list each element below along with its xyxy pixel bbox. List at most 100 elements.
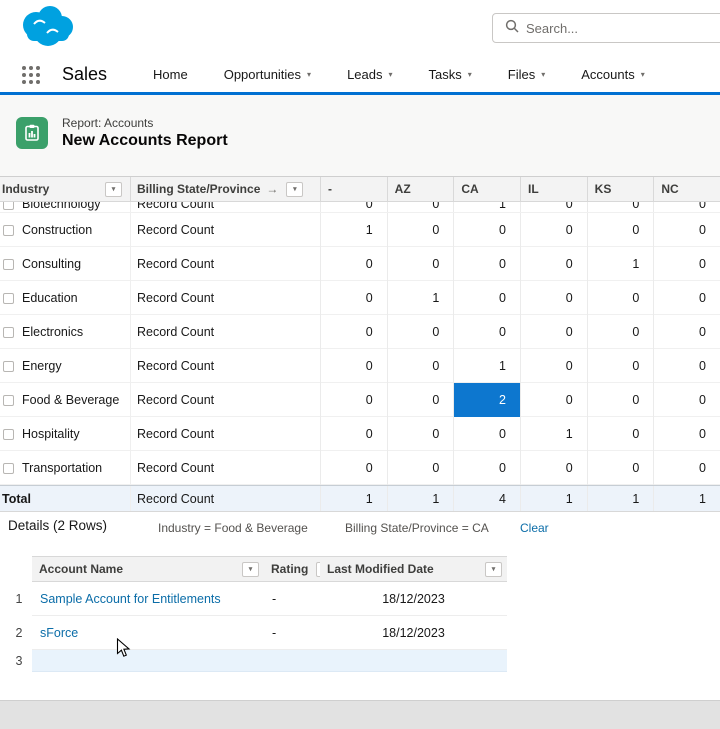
matrix-cell[interactable]: 0: [320, 202, 387, 213]
account-link[interactable]: Sample Account for Entitlements: [40, 592, 221, 606]
row-checkbox[interactable]: [3, 225, 14, 236]
nav-item-accounts[interactable]: Accounts▾: [581, 67, 645, 82]
matrix-cell[interactable]: 0: [520, 451, 587, 485]
matrix-cell[interactable]: 0: [520, 281, 587, 315]
row-checkbox[interactable]: [3, 202, 14, 210]
matrix-total-cell[interactable]: 1: [653, 486, 720, 511]
matrix-cell[interactable]: 0: [520, 315, 587, 349]
matrix-cell[interactable]: 0: [520, 383, 587, 417]
matrix-row: ElectronicsRecord Count000000: [0, 315, 720, 349]
account-link[interactable]: sForce: [40, 626, 78, 640]
matrix-cell[interactable]: 0: [387, 383, 454, 417]
matrix-cell[interactable]: 0: [320, 349, 387, 383]
matrix-cell[interactable]: 0: [653, 417, 720, 451]
matrix-cell[interactable]: 0: [453, 213, 520, 247]
nav-item-tasks[interactable]: Tasks▾: [429, 67, 472, 82]
nav-item-leads[interactable]: Leads▾: [347, 67, 392, 82]
nav-item-files[interactable]: Files▾: [508, 67, 545, 82]
matrix-cell[interactable]: 0: [453, 451, 520, 485]
matrix-cell[interactable]: 0: [520, 202, 587, 213]
matrix-total-cell[interactable]: 1: [520, 486, 587, 511]
matrix-total-cell[interactable]: 1: [320, 486, 387, 511]
matrix-cell[interactable]: 0: [587, 349, 654, 383]
matrix-cell[interactable]: 0: [653, 281, 720, 315]
matrix-cell[interactable]: 0: [587, 315, 654, 349]
matrix-row: EducationRecord Count010000: [0, 281, 720, 315]
matrix-cell-selected[interactable]: 2: [453, 383, 520, 417]
matrix-cell[interactable]: 0: [653, 451, 720, 485]
matrix-cell[interactable]: 0: [587, 281, 654, 315]
matrix-cell[interactable]: 0: [320, 315, 387, 349]
app-launcher-icon[interactable]: [22, 66, 40, 84]
date-filter-dropdown-icon[interactable]: ▾: [485, 562, 502, 577]
global-search-input[interactable]: Search...: [492, 13, 720, 43]
row-checkbox[interactable]: [3, 293, 14, 304]
matrix-cell[interactable]: 0: [520, 247, 587, 281]
matrix-cell[interactable]: 0: [653, 349, 720, 383]
matrix-cell[interactable]: 0: [320, 451, 387, 485]
matrix-cell[interactable]: 0: [653, 213, 720, 247]
matrix-cell[interactable]: 1: [320, 213, 387, 247]
matrix-cell[interactable]: 1: [587, 247, 654, 281]
matrix-cell[interactable]: 1: [387, 281, 454, 315]
matrix-cell[interactable]: 0: [320, 281, 387, 315]
account-name-header[interactable]: Account Name ▾: [32, 556, 264, 582]
matrix-cell[interactable]: 0: [453, 281, 520, 315]
matrix-cell[interactable]: 0: [653, 383, 720, 417]
matrix-cell[interactable]: 0: [387, 315, 454, 349]
nav-item-opportunities[interactable]: Opportunities▾: [224, 67, 311, 82]
matrix-cell[interactable]: 1: [520, 417, 587, 451]
matrix-cell[interactable]: 0: [320, 417, 387, 451]
matrix-cell[interactable]: 0: [520, 213, 587, 247]
matrix-col-group-header[interactable]: Billing State/Province → ▾: [130, 177, 320, 201]
account-name-filter-dropdown-icon[interactable]: ▾: [242, 562, 259, 577]
matrix-cell[interactable]: 0: [453, 417, 520, 451]
billing-state-filter-dropdown-icon[interactable]: ▾: [286, 182, 303, 197]
matrix-cell[interactable]: 0: [453, 247, 520, 281]
matrix-total-cell[interactable]: 1: [387, 486, 454, 511]
matrix-cell[interactable]: 0: [387, 213, 454, 247]
row-checkbox[interactable]: [3, 327, 14, 338]
nav-item-home[interactable]: Home: [153, 67, 188, 82]
matrix-column-header-NC[interactable]: NC: [653, 177, 720, 201]
row-checkbox[interactable]: [3, 259, 14, 270]
matrix-cell[interactable]: 0: [587, 213, 654, 247]
matrix-cell[interactable]: 0: [587, 383, 654, 417]
matrix-column-header-IL[interactable]: IL: [520, 177, 587, 201]
matrix-cell[interactable]: 0: [453, 315, 520, 349]
matrix-cell[interactable]: 1: [453, 202, 520, 213]
matrix-column-header-KS[interactable]: KS: [587, 177, 654, 201]
matrix-column-header--[interactable]: -: [320, 177, 387, 201]
row-checkbox[interactable]: [3, 361, 14, 372]
matrix-cell[interactable]: 1: [453, 349, 520, 383]
chevron-down-icon: ▾: [641, 70, 645, 79]
matrix-cell[interactable]: 0: [387, 247, 454, 281]
matrix-row-group-header[interactable]: Industry ▾: [0, 177, 130, 201]
last-modified-date-header-label: Last Modified Date: [327, 562, 434, 576]
row-checkbox[interactable]: [3, 463, 14, 474]
matrix-cell[interactable]: 0: [520, 349, 587, 383]
matrix-column-header-AZ[interactable]: AZ: [387, 177, 454, 201]
row-checkbox[interactable]: [3, 429, 14, 440]
matrix-cell[interactable]: 0: [387, 451, 454, 485]
matrix-total-cell[interactable]: 4: [453, 486, 520, 511]
matrix-cell[interactable]: 0: [653, 202, 720, 213]
rating-header[interactable]: Rating ▾: [264, 556, 320, 582]
matrix-header-row: Industry ▾ Billing State/Province → ▾ -A…: [0, 176, 720, 202]
row-checkbox[interactable]: [3, 395, 14, 406]
matrix-cell[interactable]: 0: [587, 202, 654, 213]
matrix-cell[interactable]: 0: [387, 202, 454, 213]
matrix-cell[interactable]: 0: [587, 451, 654, 485]
matrix-column-header-CA[interactable]: CA: [453, 177, 520, 201]
matrix-cell[interactable]: 0: [587, 417, 654, 451]
matrix-cell[interactable]: 0: [387, 349, 454, 383]
matrix-cell[interactable]: 0: [387, 417, 454, 451]
industry-filter-dropdown-icon[interactable]: ▾: [105, 182, 122, 197]
last-modified-date-header[interactable]: Last Modified Date ▾: [320, 556, 507, 582]
matrix-cell[interactable]: 0: [320, 383, 387, 417]
clear-filters-link[interactable]: Clear: [520, 521, 549, 535]
matrix-cell[interactable]: 0: [653, 247, 720, 281]
matrix-cell[interactable]: 0: [653, 315, 720, 349]
matrix-total-cell[interactable]: 1: [587, 486, 654, 511]
matrix-cell[interactable]: 0: [320, 247, 387, 281]
